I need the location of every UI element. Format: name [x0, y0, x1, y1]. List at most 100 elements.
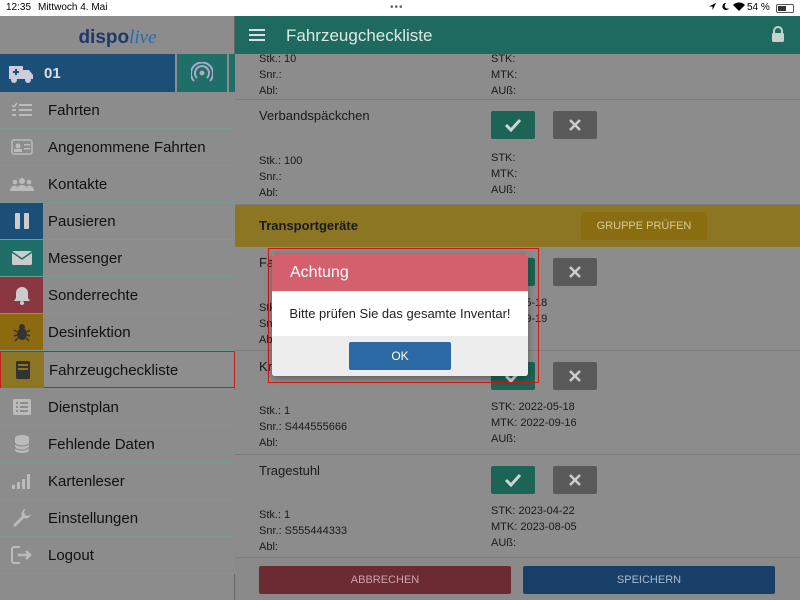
signal-bars-icon: [0, 463, 43, 499]
item-snr: Snr.: S444555666: [259, 421, 348, 433]
item-abl: Abl:: [259, 85, 278, 97]
book-icon: [1, 352, 44, 388]
checklist-item: Stk.: 10 Snr.: Abl: STK: MTK: AUß:: [235, 53, 800, 100]
sidebar-item-fahrzeugcheckliste[interactable]: Fahrzeugcheckliste: [0, 351, 235, 388]
radio-button[interactable]: [177, 54, 227, 92]
bottom-action-bar: ABBRECHEN SPEICHERN: [235, 558, 800, 600]
multitasking-dots[interactable]: •••: [390, 2, 404, 13]
bug-icon: [0, 314, 43, 350]
wrench-icon: [0, 500, 43, 536]
reject-button[interactable]: [553, 111, 597, 139]
confirm-button[interactable]: [491, 111, 535, 139]
sidebar-item-kartenleser[interactable]: Kartenleser: [0, 463, 235, 500]
vehicle-select-button[interactable]: 01: [0, 54, 175, 92]
confirm-button[interactable]: [491, 466, 535, 494]
sidebar-item-angenommene-fahrten[interactable]: Angenommene Fahrten: [0, 129, 235, 166]
sidebar-item-label: Fehlende Daten: [48, 436, 155, 453]
status-time: 12:35: [6, 2, 32, 13]
sidebar-item-label: Dienstplan: [48, 399, 119, 416]
logo-text-live: live: [129, 27, 157, 48]
item-stk: Stk.: 10: [259, 53, 297, 65]
sidebar-item-einstellungen[interactable]: Einstellungen: [0, 500, 235, 537]
sidebar-item-logout[interactable]: Logout: [0, 537, 235, 574]
sidebar-item-pausieren[interactable]: Pausieren: [0, 203, 235, 240]
page-title: Fahrzeugcheckliste: [286, 26, 433, 45]
reject-button[interactable]: [553, 466, 597, 494]
app-bar: Fahrzeugcheckliste: [235, 16, 800, 54]
sidebar-item-label: Desinfektion: [48, 324, 131, 341]
alert-dialog: Achtung Bitte prüfen Sie das gesamte Inv…: [272, 254, 528, 376]
sidebar: dispolive 01 Fahrten Angenommene Fahrten…: [0, 16, 235, 600]
reject-button[interactable]: [553, 362, 597, 390]
database-icon: [0, 426, 43, 462]
item-abl: Abl:: [259, 541, 278, 553]
sidebar-item-fahrten[interactable]: Fahrten: [0, 92, 235, 129]
item-snr: Snr.: S555444333: [259, 525, 348, 537]
sidebar-item-label: Messenger: [48, 250, 123, 267]
item-stk: Stk.: 1: [259, 405, 291, 417]
item-name: Verbandspäckchen: [259, 108, 370, 123]
item-snr: Snr.:: [259, 171, 282, 183]
vehicle-number: 01: [44, 65, 61, 82]
item-stk: Stk.: 1: [259, 509, 291, 521]
sidebar-item-kontakte[interactable]: Kontakte: [0, 166, 235, 203]
dialog-ok-button[interactable]: OK: [349, 342, 451, 370]
battery-label: 54 %: [747, 2, 770, 13]
check-icon: [504, 118, 522, 132]
sidebar-item-label: Kontakte: [48, 176, 108, 193]
item-snr: Snr.:: [259, 69, 282, 81]
dialog-header: Achtung: [272, 254, 528, 291]
radio-signal-icon: [191, 62, 213, 82]
close-icon: [569, 119, 581, 131]
hamburger-menu-icon[interactable]: [249, 29, 265, 41]
item-stk: Stk.: 100: [259, 155, 303, 167]
bell-icon: [0, 277, 43, 313]
item-aus-date: AUß:: [491, 433, 517, 445]
logo-text-disp: disp: [78, 27, 118, 48]
item-aus-date: AUß:: [491, 184, 517, 196]
item-mtk-date: MTK: 2023-08-05: [491, 521, 577, 533]
id-card-icon: [0, 129, 43, 165]
item-aus-date: AUß:: [491, 85, 517, 97]
item-stk-date: STK:: [491, 53, 516, 65]
close-icon: [569, 370, 581, 382]
sidebar-item-sonderrechte[interactable]: Sonderrechte: [0, 277, 235, 314]
sidebar-item-label: Fahrten: [48, 102, 100, 119]
check-group-button[interactable]: GRUPPE PRÜFEN: [581, 212, 707, 240]
sidebar-item-messenger[interactable]: Messenger: [0, 240, 235, 277]
sidebar-item-desinfektion[interactable]: Desinfektion: [0, 314, 235, 351]
sidebar-item-label: Logout: [48, 547, 94, 564]
group-title: Transportgeräte: [259, 218, 358, 233]
status-bar: 12:35 Mittwoch 4. Mai ••• 54 %: [0, 0, 800, 16]
vehicle-bar: 01: [0, 54, 235, 92]
dialog-message: Bitte prüfen Sie das gesamte Inventar!: [289, 306, 511, 321]
item-mtk-date: MTK:: [491, 69, 518, 81]
users-icon: [0, 166, 43, 202]
close-icon: [569, 266, 581, 278]
reject-button[interactable]: [553, 258, 597, 286]
item-mtk-date: MTK:: [491, 168, 518, 180]
sidebar-item-label: Kartenleser: [48, 473, 125, 490]
sidebar-item-label: Einstellungen: [48, 510, 139, 527]
dialog-footer: OK: [272, 336, 528, 376]
item-aus-date: AUß:: [491, 537, 517, 549]
checklist-item: Tragestuhl Stk.: 1 Snr.: S555444333 Abl:…: [235, 455, 800, 558]
pause-icon: [0, 203, 43, 239]
cancel-button[interactable]: ABBRECHEN: [259, 566, 511, 594]
wifi-icon: [733, 2, 745, 14]
sidebar-item-dienstplan[interactable]: Dienstplan: [0, 389, 235, 426]
item-stk-date: STK: 2022-05-18: [491, 401, 575, 413]
moon-icon: [721, 2, 730, 14]
close-icon: [569, 474, 581, 486]
status-date: Mittwoch 4. Mai: [38, 2, 108, 13]
sidebar-item-label: Fahrzeugcheckliste: [49, 362, 179, 379]
battery-icon: [776, 4, 794, 13]
dispolive-logo: dispolive: [0, 16, 235, 54]
save-button[interactable]: SPEICHERN: [523, 566, 775, 594]
lock-icon[interactable]: [771, 26, 785, 48]
group-header: Transportgeräte GRUPPE PRÜFEN: [235, 205, 800, 247]
sidebar-item-fehlende-daten[interactable]: Fehlende Daten: [0, 426, 235, 463]
envelope-icon: [0, 240, 43, 276]
sidebar-item-label: Pausieren: [48, 213, 116, 230]
checklist-item: Verbandspäckchen Stk.: 100 Snr.: Abl: ST…: [235, 100, 800, 205]
